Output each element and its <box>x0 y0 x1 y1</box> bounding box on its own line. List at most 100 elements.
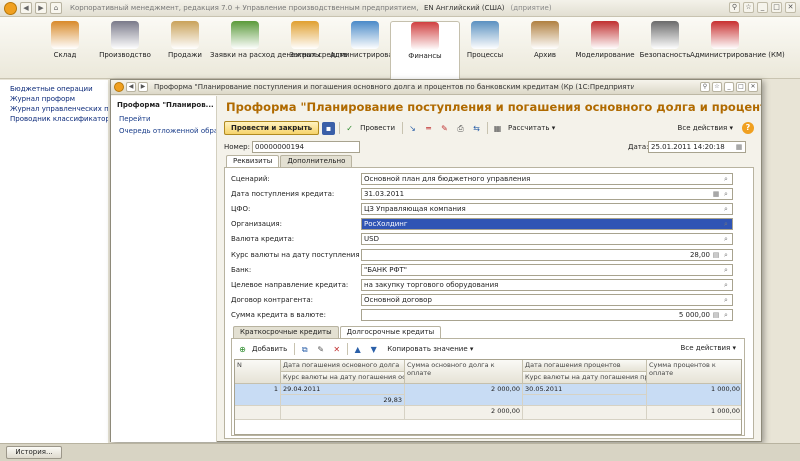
nav-item[interactable]: Журнал проформ <box>0 94 108 104</box>
post-icon[interactable]: ✓ <box>343 122 356 135</box>
star-icon[interactable]: ☆ <box>743 2 754 13</box>
field-label: ЦФО: <box>231 204 251 213</box>
field-input[interactable]: 31.03.2011 ▦ ⌕ <box>361 187 733 200</box>
search-icon[interactable]: ⌕ <box>721 295 731 305</box>
move-up-icon[interactable]: ▲ <box>351 343 364 356</box>
field-label: Дата поступления кредита: <box>231 189 335 198</box>
calendar-icon[interactable]: ▦ <box>734 142 744 152</box>
copy-value-dropdown[interactable]: Копировать значение ▾ <box>384 342 476 356</box>
calendar-icon[interactable]: ▦ <box>711 189 721 199</box>
field-input[interactable]: на закупку торгового оборудования ⌕ <box>361 278 733 291</box>
search-icon[interactable]: ⌕ <box>721 250 731 260</box>
home-icon[interactable]: ⌂ <box>50 2 62 14</box>
date-field[interactable]: 25.01.2011 14:20:18 ▦ <box>648 140 746 153</box>
post-button[interactable]: Провести <box>357 121 398 135</box>
section-admin-km[interactable]: Администрирование (КМ) <box>690 21 785 59</box>
delete-mark-icon[interactable]: ✎ <box>438 122 451 135</box>
tab-requisites[interactable]: Реквизиты <box>226 155 280 167</box>
calculator-icon[interactable]: ▤ <box>711 310 721 320</box>
field-label: Организация: <box>231 220 282 229</box>
forward-icon[interactable]: ▶ <box>138 82 148 92</box>
back-icon[interactable]: ◀ <box>20 2 32 14</box>
nav-item[interactable]: Журнал управленческих провод <box>0 104 108 114</box>
tab-long-term-credits[interactable]: Долгосрочные кредиты <box>339 326 442 338</box>
field-input[interactable]: ЦЗ Управляющая компания ⌕ <box>361 202 733 215</box>
number-field[interactable]: 00000000194 <box>252 140 360 153</box>
goto-icon[interactable]: ↘ <box>406 122 419 135</box>
field-row: Договор контрагента: Основной договор ⌕ <box>231 294 733 307</box>
close-icon[interactable]: ✕ <box>748 82 758 92</box>
search-icon[interactable]: ⌕ <box>721 265 731 275</box>
help-icon[interactable]: ? <box>742 122 754 134</box>
table-cell-principal-sum[interactable]: 2 000,00 <box>405 384 523 406</box>
unpost-icon[interactable]: ═ <box>422 122 435 135</box>
side-link-goto[interactable]: Перейти <box>111 113 216 125</box>
field-input[interactable]: 28,00 ▤ ⌕ <box>361 248 733 261</box>
print-icon[interactable]: ⎙ <box>454 122 467 135</box>
nav-item[interactable]: Проводник классификаторов <box>0 114 108 124</box>
history-button[interactable]: История... <box>6 446 62 459</box>
col-header-n[interactable]: N <box>235 360 281 384</box>
field-input[interactable]: Основной план для бюджетного управления ⌕ <box>361 172 733 185</box>
col-header-interest-date[interactable]: Дата погашения процентов <box>523 360 647 372</box>
add-button[interactable]: Добавить <box>249 342 290 356</box>
col-header-principal-sum[interactable]: Сумма основного долга к оплате <box>405 360 523 384</box>
post-and-close-button[interactable]: Провести и закрыть <box>224 121 320 135</box>
side-link-queue[interactable]: Очередь отложенной обра... <box>111 125 216 137</box>
minimize-icon[interactable]: _ <box>757 2 768 13</box>
tab-additional[interactable]: Дополнительно <box>280 155 353 167</box>
delete-icon[interactable]: ✕ <box>330 343 343 356</box>
all-actions-dropdown[interactable]: Все действия ▾ <box>675 121 736 135</box>
security-icon <box>651 21 679 49</box>
calculator-icon[interactable]: ▤ <box>711 250 721 260</box>
edit-icon[interactable]: ✎ <box>314 343 327 356</box>
search-icon[interactable]: ⌕ <box>721 219 731 229</box>
table-cell-interest-rate[interactable] <box>523 395 647 406</box>
field-input[interactable]: Основной договор ⌕ <box>361 294 733 307</box>
language-indicator[interactable]: EN Английский (США) <box>424 4 505 12</box>
maximize-icon[interactable]: □ <box>736 82 746 92</box>
field-input[interactable]: "БАНК РФТ" ⌕ <box>361 263 733 276</box>
col-header-principal-rate[interactable]: Курс валюты на дату погашения основно... <box>281 372 405 384</box>
long-term-credits-panel: ⊕ Добавить ⧉ ✎ ✕ ▲ ▼ Копировать значение… <box>231 338 745 436</box>
add-icon[interactable]: ⊕ <box>236 343 249 356</box>
search-icon[interactable]: ⌕ <box>721 280 731 290</box>
col-header-principal-date[interactable]: Дата погашения основного долга <box>281 360 405 372</box>
totals-principal-date <box>281 406 405 420</box>
table-row-n[interactable]: 1 <box>235 384 281 406</box>
col-header-interest-sum[interactable]: Сумма процентов к оплате <box>647 360 741 384</box>
col-header-interest-rate[interactable]: Курс валюты на дату погашения процентов <box>523 372 647 384</box>
processes-icon <box>471 21 499 49</box>
table-cell-principal-rate[interactable]: 29,83 <box>281 395 405 406</box>
tab-short-term-credits[interactable]: Краткосрочные кредиты <box>233 326 339 338</box>
link-icon[interactable]: ⚲ <box>700 82 710 92</box>
save-icon[interactable]: ▪ <box>322 121 336 135</box>
back-icon[interactable]: ◀ <box>126 82 136 92</box>
forward-icon[interactable]: ▶ <box>35 2 47 14</box>
link-icon[interactable]: ⚲ <box>729 2 740 13</box>
calculate-dropdown[interactable]: Рассчитать ▾ <box>505 121 558 135</box>
1c-logo-icon[interactable] <box>114 82 124 92</box>
search-icon[interactable]: ⌕ <box>721 204 731 214</box>
copy-icon[interactable]: ⧉ <box>298 343 311 356</box>
table-cell-principal-date[interactable]: 29.04.2011 <box>281 384 405 395</box>
1c-logo-icon[interactable] <box>4 1 17 15</box>
search-icon[interactable]: ⌕ <box>721 310 731 320</box>
move-down-icon[interactable]: ▼ <box>367 343 380 356</box>
table-cell-interest-sum[interactable]: 1 000,00 <box>647 384 741 406</box>
minimize-icon[interactable]: _ <box>724 82 734 92</box>
nav-item[interactable]: Бюджетные операции <box>0 84 108 94</box>
table-all-actions-dropdown[interactable]: Все действия ▾ <box>681 344 736 352</box>
field-input[interactable]: РосХолдинг ⌕ <box>361 218 733 231</box>
search-icon[interactable]: ⌕ <box>721 234 731 244</box>
calc-icon[interactable]: ▦ <box>491 122 504 135</box>
table-cell-interest-date[interactable]: 30.05.2011 <box>523 384 647 395</box>
search-icon[interactable]: ⌕ <box>721 174 731 184</box>
search-icon[interactable]: ⌕ <box>721 189 731 199</box>
close-icon[interactable]: ✕ <box>785 2 796 13</box>
star-icon[interactable]: ☆ <box>712 82 722 92</box>
structure-icon[interactable]: ⇆ <box>470 122 483 135</box>
field-input[interactable]: 5 000,00 ▤ ⌕ <box>361 309 733 322</box>
field-input[interactable]: USD ⌕ <box>361 233 733 246</box>
maximize-icon[interactable]: □ <box>771 2 782 13</box>
